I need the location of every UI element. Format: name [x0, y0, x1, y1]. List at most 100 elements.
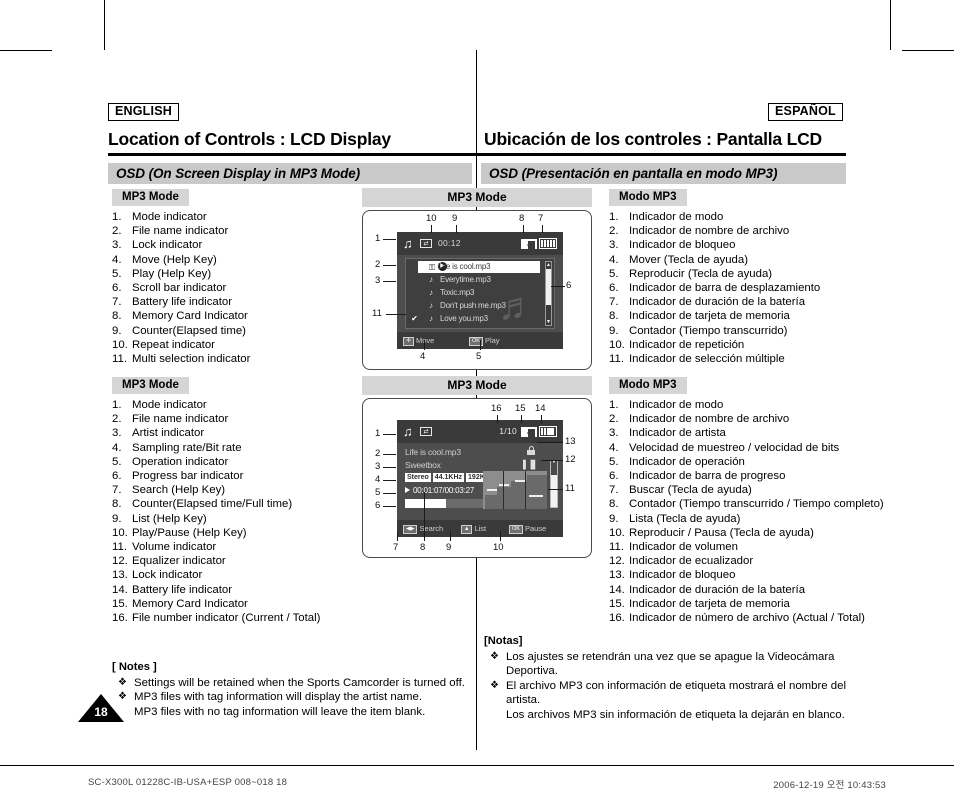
- repeat-icon: ⇄: [420, 239, 432, 248]
- list-item-number: 3.: [112, 239, 122, 252]
- leader-2-7: [397, 531, 398, 541]
- control-list-item: 1. Mode indicator: [112, 210, 362, 224]
- callout-2-11: 11: [565, 483, 575, 494]
- repeat-icon: ⇄: [420, 427, 432, 436]
- callout-2-6: 6: [375, 500, 381, 511]
- callout-1-7: 7: [538, 213, 544, 224]
- list-item-number: 11.: [112, 353, 127, 366]
- osd-section-header-english: OSD (On Screen Display in MP3 Mode): [108, 163, 472, 184]
- subsection-label-en-2: MP3 Mode: [112, 377, 189, 394]
- control-list-item: 11. Volume indicator: [112, 540, 362, 554]
- subsection-label-es-1: Modo MP3: [609, 189, 687, 206]
- list-item-label: Indicador de barra de progreso: [629, 470, 786, 483]
- control-list-item: 7. Indicador de duración de la batería: [609, 295, 874, 309]
- control-list-item: 1. Indicador de modo: [609, 398, 884, 412]
- track-list-item[interactable]: ♪ Toxic.mp3: [408, 287, 542, 299]
- music-note-icon: ♪: [429, 301, 433, 310]
- leader-2-12: [541, 460, 563, 461]
- control-list-item: 3. Artist indicator: [112, 426, 362, 440]
- music-note-icon: ♪: [429, 288, 433, 297]
- music-note-icon: ♪: [429, 275, 433, 284]
- leader-1-4: [424, 340, 425, 350]
- language-tag-spanish: ESPAÑOL: [768, 103, 843, 121]
- track-name: Everytime.mp3: [440, 275, 491, 284]
- list-item-label: Operation indicator: [132, 455, 229, 468]
- scroll-down-arrow-icon[interactable]: ▼: [546, 319, 551, 325]
- control-list-item: 5. Operation indicator: [112, 455, 362, 469]
- callout-1-10: 10: [426, 213, 437, 224]
- list-item-number: 7.: [112, 484, 122, 497]
- lcd-illustration-file-list: ♫ ⇄ 00:12 ♬ ⚿ ▶ Life is cool.mp3 ♪ Everytime…: [362, 210, 592, 370]
- counter-text: 00:01:07/00:03:27: [413, 486, 475, 495]
- list-item-number: 13.: [609, 569, 625, 582]
- note-item: Los archivos MP3 sin información de etiq…: [484, 708, 856, 723]
- leader-1-3: [383, 281, 396, 282]
- callout-1-3: 3: [375, 275, 381, 286]
- list-item-label: Scroll bar indicator: [132, 282, 227, 295]
- leader-2-10: [500, 531, 501, 541]
- list-item-label: Contador (Tiempo transcurrido / Tiempo c…: [629, 498, 884, 511]
- callout-2-3: 3: [375, 461, 381, 472]
- help-key-list[interactable]: ▲ List: [461, 524, 486, 534]
- leader-2-2: [383, 454, 396, 455]
- help-key-play[interactable]: OK Play: [469, 336, 500, 346]
- help-key-play-label: Play: [484, 336, 500, 345]
- list-item-number: 1.: [112, 399, 122, 411]
- list-item-number: 5.: [112, 267, 122, 280]
- volume-indicator[interactable]: ▼: [550, 460, 558, 508]
- list-item-label: Buscar (Tecla de ayuda): [629, 484, 752, 497]
- control-list-item: 16. File number indicator (Current / Tota…: [112, 611, 362, 625]
- callout-1-1: 1: [375, 233, 381, 244]
- help-key-pause[interactable]: OK Pause: [509, 524, 546, 534]
- list-item-number: 12.: [609, 555, 625, 568]
- list-item-label: Counter(Elapsed time/Full time): [132, 498, 293, 511]
- track-list-item[interactable]: ♪ Don't push me.mp3: [408, 300, 542, 312]
- scroll-thumb[interactable]: [546, 269, 551, 305]
- control-list-item: 5. Indicador de operación: [609, 455, 884, 469]
- track-list-item[interactable]: ⚿ ▶ Life is cool.mp3: [418, 261, 540, 273]
- tag-sampling-rate: 44.1KHz: [432, 473, 465, 482]
- control-list-item: 1. Indicador de modo: [609, 210, 874, 224]
- lcd-file-list-body: ♬ ⚿ ▶ Life is cool.mp3 ♪ Everytime.mp3 ♪ Toxic…: [397, 255, 563, 332]
- battery-full-icon: [539, 238, 557, 249]
- memory-card-icon: [521, 239, 537, 249]
- help-key-move[interactable]: ✛ Move: [403, 336, 434, 346]
- note-text: MP3 files with tag information will disp…: [134, 691, 423, 704]
- list-item-label: Indicador de bloqueo: [629, 239, 736, 252]
- control-list-item: 5. Play (Help Key): [112, 267, 362, 281]
- leader-1-1: [383, 239, 396, 240]
- list-item-label: Indicador de artista: [629, 427, 726, 440]
- control-list-english-2: 1. Mode indicator 2. File name indicator 3. A…: [112, 398, 362, 625]
- file-number-indicator: 1/10: [499, 426, 517, 436]
- callout-1-9: 9: [452, 213, 458, 224]
- scroll-bar-indicator[interactable]: ▲ ▼: [545, 261, 552, 326]
- list-item-number: 11.: [112, 541, 127, 554]
- track-list-item[interactable]: ✔ ♪ Love you.mp3: [408, 313, 542, 325]
- page-title-spanish: Ubicación de los controles : Pantalla LC…: [484, 129, 822, 149]
- list-item-label: Memory Card Indicator: [132, 597, 248, 610]
- list-item-number: 5.: [112, 455, 122, 468]
- control-list-item: 16. Indicador de número de archivo (Actua…: [609, 611, 884, 625]
- lcd-status-bar-2: ♫ ⇄ 1/10: [397, 420, 563, 443]
- control-list-item: 2. File name indicator: [112, 224, 362, 238]
- page-number: 18: [94, 705, 108, 719]
- control-list-item: 3. Lock indicator: [112, 238, 362, 252]
- play-triangle-icon: [405, 487, 410, 493]
- control-list-item: 13. Lock indicator: [112, 568, 362, 582]
- lcd-help-bar-2: ◀▶ Search ▲ List OK Pause: [397, 520, 563, 537]
- list-item-number: 6.: [609, 470, 619, 483]
- list-item-number: 6.: [112, 470, 122, 483]
- callout-2-14: 14: [535, 403, 546, 414]
- list-item-label: Indicador de modo: [629, 211, 724, 223]
- list-item-label: Play/Pause (Help Key): [132, 526, 247, 539]
- callout-2-9: 9: [446, 542, 452, 553]
- list-item-number: 7.: [609, 296, 619, 309]
- control-list-item: 11. Indicador de volumen: [609, 540, 884, 554]
- note-item: MP3 files with no tag information will l…: [112, 705, 472, 720]
- scroll-up-arrow-icon[interactable]: ▲: [546, 262, 551, 268]
- footer-right-text: 2006-12-19 오전 10:43:53: [773, 780, 886, 791]
- track-list-item[interactable]: ♪ Everytime.mp3: [408, 274, 542, 286]
- list-item-number: 13.: [112, 569, 128, 582]
- control-list-spanish-2: 1. Indicador de modo 2. Indicador de nombre…: [609, 398, 884, 625]
- control-list-item: 7. Battery life indicator: [112, 295, 362, 309]
